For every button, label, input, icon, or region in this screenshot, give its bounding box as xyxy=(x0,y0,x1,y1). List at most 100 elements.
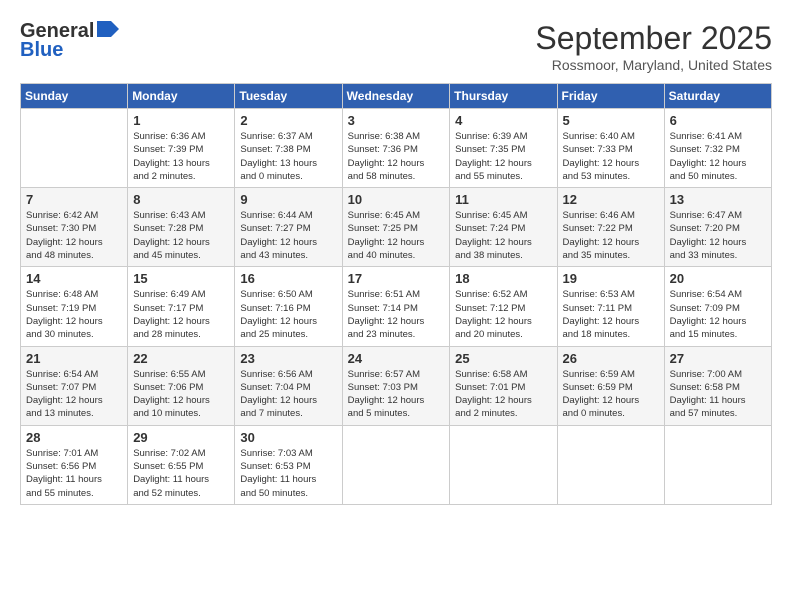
day-info: Sunrise: 6:52 AM Sunset: 7:12 PM Dayligh… xyxy=(455,288,551,341)
logo: General Blue xyxy=(20,20,119,62)
days-of-week-row: SundayMondayTuesdayWednesdayThursdayFrid… xyxy=(21,84,772,109)
calendar-cell: 15 Sunrise: 6:49 AM Sunset: 7:17 PM Dayli… xyxy=(128,267,235,346)
day-info: Sunrise: 6:36 AM Sunset: 7:39 PM Dayligh… xyxy=(133,130,229,183)
calendar-cell: 24 Sunrise: 6:57 AM Sunset: 7:03 PM Dayli… xyxy=(342,346,450,425)
calendar-week-row: 28 Sunrise: 7:01 AM Sunset: 6:56 PM Dayli… xyxy=(21,425,772,504)
day-number: 13 xyxy=(670,192,766,207)
calendar-cell: 2 Sunrise: 6:37 AM Sunset: 7:38 PM Daylig… xyxy=(235,109,342,188)
day-of-week-header: Friday xyxy=(557,84,664,109)
day-number: 3 xyxy=(348,113,445,128)
calendar-table: SundayMondayTuesdayWednesdayThursdayFrid… xyxy=(20,83,772,505)
day-number: 19 xyxy=(563,271,659,286)
day-number: 16 xyxy=(240,271,336,286)
calendar-cell xyxy=(342,425,450,504)
day-info: Sunrise: 6:47 AM Sunset: 7:20 PM Dayligh… xyxy=(670,209,766,262)
calendar-cell: 29Sunrise: 7:02 AM Sunset: 6:55 PM Dayli… xyxy=(128,425,235,504)
calendar-cell: 14 Sunrise: 6:48 AM Sunset: 7:19 PM Dayli… xyxy=(21,267,128,346)
calendar-cell: 19 Sunrise: 6:53 AM Sunset: 7:11 PM Dayli… xyxy=(557,267,664,346)
calendar-week-row: 7Sunrise: 6:42 AM Sunset: 7:30 PM Daylig… xyxy=(21,188,772,267)
day-number: 10 xyxy=(348,192,445,207)
calendar-cell: 5 Sunrise: 6:40 AM Sunset: 7:33 PM Daylig… xyxy=(557,109,664,188)
day-of-week-header: Thursday xyxy=(450,84,557,109)
day-info: Sunrise: 6:43 AM Sunset: 7:28 PM Dayligh… xyxy=(133,209,229,262)
day-info: Sunrise: 6:54 AM Sunset: 7:09 PM Dayligh… xyxy=(670,288,766,341)
calendar-cell: 17 Sunrise: 6:51 AM Sunset: 7:14 PM Dayli… xyxy=(342,267,450,346)
calendar-cell: 8 Sunrise: 6:43 AM Sunset: 7:28 PM Daylig… xyxy=(128,188,235,267)
day-number: 25 xyxy=(455,351,551,366)
title-area: September 2025 Rossmoor, Maryland, Unite… xyxy=(535,20,772,73)
day-of-week-header: Monday xyxy=(128,84,235,109)
day-of-week-header: Wednesday xyxy=(342,84,450,109)
day-number: 17 xyxy=(348,271,445,286)
day-info: Sunrise: 6:56 AM Sunset: 7:04 PM Dayligh… xyxy=(240,368,336,421)
day-number: 15 xyxy=(133,271,229,286)
calendar-cell: 23Sunrise: 6:56 AM Sunset: 7:04 PM Dayli… xyxy=(235,346,342,425)
day-info: Sunrise: 6:37 AM Sunset: 7:38 PM Dayligh… xyxy=(240,130,336,183)
logo-arrow-icon xyxy=(97,21,119,42)
day-number: 24 xyxy=(348,351,445,366)
calendar-cell: 30Sunrise: 7:03 AM Sunset: 6:53 PM Dayli… xyxy=(235,425,342,504)
day-info: Sunrise: 6:48 AM Sunset: 7:19 PM Dayligh… xyxy=(26,288,122,341)
calendar-cell: 7Sunrise: 6:42 AM Sunset: 7:30 PM Daylig… xyxy=(21,188,128,267)
calendar-cell xyxy=(21,109,128,188)
day-info: Sunrise: 7:00 AM Sunset: 6:58 PM Dayligh… xyxy=(670,368,766,421)
page-header: General Blue September 2025 Rossmoor, Ma… xyxy=(20,20,772,73)
day-of-week-header: Tuesday xyxy=(235,84,342,109)
calendar-cell: 6 Sunrise: 6:41 AM Sunset: 7:32 PM Daylig… xyxy=(664,109,771,188)
day-number: 22 xyxy=(133,351,229,366)
calendar-cell xyxy=(664,425,771,504)
day-number: 1 xyxy=(133,113,229,128)
day-number: 26 xyxy=(563,351,659,366)
calendar-cell: 12Sunrise: 6:46 AM Sunset: 7:22 PM Dayli… xyxy=(557,188,664,267)
day-number: 6 xyxy=(670,113,766,128)
calendar-cell xyxy=(557,425,664,504)
day-number: 14 xyxy=(26,271,122,286)
calendar-week-row: 14 Sunrise: 6:48 AM Sunset: 7:19 PM Dayli… xyxy=(21,267,772,346)
calendar-cell: 13 Sunrise: 6:47 AM Sunset: 7:20 PM Dayli… xyxy=(664,188,771,267)
day-info: Sunrise: 6:44 AM Sunset: 7:27 PM Dayligh… xyxy=(240,209,336,262)
day-number: 8 xyxy=(133,192,229,207)
day-number: 28 xyxy=(26,430,122,445)
day-number: 5 xyxy=(563,113,659,128)
calendar-cell: 25 Sunrise: 6:58 AM Sunset: 7:01 PM Dayli… xyxy=(450,346,557,425)
day-info: Sunrise: 7:02 AM Sunset: 6:55 PM Dayligh… xyxy=(133,447,229,500)
calendar-cell: 26 Sunrise: 6:59 AM Sunset: 6:59 PM Dayli… xyxy=(557,346,664,425)
day-info: Sunrise: 6:55 AM Sunset: 7:06 PM Dayligh… xyxy=(133,368,229,421)
day-info: Sunrise: 6:54 AM Sunset: 7:07 PM Dayligh… xyxy=(26,368,122,421)
month-title: September 2025 xyxy=(535,20,772,57)
calendar-cell: 27 Sunrise: 7:00 AM Sunset: 6:58 PM Dayli… xyxy=(664,346,771,425)
calendar-week-row: 21 Sunrise: 6:54 AM Sunset: 7:07 PM Dayli… xyxy=(21,346,772,425)
calendar-week-row: 1 Sunrise: 6:36 AM Sunset: 7:39 PM Daylig… xyxy=(21,109,772,188)
calendar-cell xyxy=(450,425,557,504)
day-number: 20 xyxy=(670,271,766,286)
day-info: Sunrise: 6:40 AM Sunset: 7:33 PM Dayligh… xyxy=(563,130,659,183)
day-number: 11 xyxy=(455,192,551,207)
day-info: Sunrise: 6:53 AM Sunset: 7:11 PM Dayligh… xyxy=(563,288,659,341)
day-info: Sunrise: 6:49 AM Sunset: 7:17 PM Dayligh… xyxy=(133,288,229,341)
calendar-cell: 22 Sunrise: 6:55 AM Sunset: 7:06 PM Dayli… xyxy=(128,346,235,425)
day-info: Sunrise: 6:45 AM Sunset: 7:24 PM Dayligh… xyxy=(455,209,551,262)
day-info: Sunrise: 7:03 AM Sunset: 6:53 PM Dayligh… xyxy=(240,447,336,500)
calendar-cell: 11 Sunrise: 6:45 AM Sunset: 7:24 PM Dayli… xyxy=(450,188,557,267)
day-info: Sunrise: 6:42 AM Sunset: 7:30 PM Dayligh… xyxy=(26,209,122,262)
day-info: Sunrise: 6:45 AM Sunset: 7:25 PM Dayligh… xyxy=(348,209,445,262)
day-number: 21 xyxy=(26,351,122,366)
day-number: 2 xyxy=(240,113,336,128)
logo-blue-text: Blue xyxy=(20,39,63,62)
day-info: Sunrise: 6:41 AM Sunset: 7:32 PM Dayligh… xyxy=(670,130,766,183)
day-number: 9 xyxy=(240,192,336,207)
day-of-week-header: Saturday xyxy=(664,84,771,109)
day-info: Sunrise: 6:58 AM Sunset: 7:01 PM Dayligh… xyxy=(455,368,551,421)
calendar-cell: 4Sunrise: 6:39 AM Sunset: 7:35 PM Daylig… xyxy=(450,109,557,188)
calendar-cell: 28 Sunrise: 7:01 AM Sunset: 6:56 PM Dayli… xyxy=(21,425,128,504)
calendar-cell: 20 Sunrise: 6:54 AM Sunset: 7:09 PM Dayli… xyxy=(664,267,771,346)
day-info: Sunrise: 6:59 AM Sunset: 6:59 PM Dayligh… xyxy=(563,368,659,421)
day-number: 27 xyxy=(670,351,766,366)
calendar-cell: 9 Sunrise: 6:44 AM Sunset: 7:27 PM Daylig… xyxy=(235,188,342,267)
day-info: Sunrise: 6:57 AM Sunset: 7:03 PM Dayligh… xyxy=(348,368,445,421)
calendar-cell: 21 Sunrise: 6:54 AM Sunset: 7:07 PM Dayli… xyxy=(21,346,128,425)
day-info: Sunrise: 7:01 AM Sunset: 6:56 PM Dayligh… xyxy=(26,447,122,500)
day-info: Sunrise: 6:51 AM Sunset: 7:14 PM Dayligh… xyxy=(348,288,445,341)
location-title: Rossmoor, Maryland, United States xyxy=(535,57,772,73)
calendar-body: 1 Sunrise: 6:36 AM Sunset: 7:39 PM Daylig… xyxy=(21,109,772,505)
